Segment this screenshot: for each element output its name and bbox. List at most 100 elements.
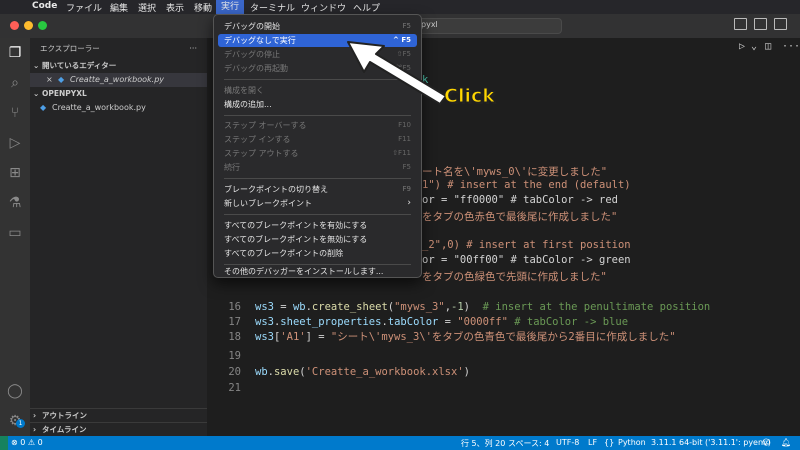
project-section[interactable]: ⌄ OPENPYXL: [30, 87, 207, 101]
toggle-panel-icon[interactable]: [754, 18, 767, 30]
timeline-section[interactable]: › タイムライン: [30, 422, 207, 437]
open-editor-item[interactable]: × ◆ Creatte_a_workbook.py: [30, 73, 207, 87]
explorer-icon[interactable]: ❐: [6, 44, 24, 62]
account-icon[interactable]: ◯: [6, 382, 24, 400]
minimize-window-button[interactable]: [24, 21, 33, 30]
mac-menubar: Code ファイル 編集 選択 表示 移動 実行 ターミナル ウィンドウ ヘルプ: [0, 0, 800, 14]
code-token: ws3: [255, 301, 274, 313]
menu-item-step-out[interactable]: ステップ アウトする ⇧F11: [218, 147, 417, 160]
callout-arrow: [347, 41, 447, 105]
menu-edit[interactable]: 編集: [110, 1, 128, 14]
python-file-icon: ◆: [40, 103, 47, 112]
shortcut: F10: [398, 121, 411, 129]
line-number: 16: [228, 301, 241, 313]
menu-go[interactable]: 移動: [194, 1, 212, 14]
code-token: save: [273, 366, 300, 378]
menu-item-label: デバッグの再起動: [224, 64, 288, 73]
menu-item-new-breakpoint[interactable]: 新しいブレークポイント ›: [218, 197, 417, 210]
menu-item-label: ブレークポイントの切り替え: [224, 185, 328, 194]
menu-item-label: すべてのブレークポイントを有効にする: [224, 221, 368, 230]
app-menu[interactable]: Code: [32, 1, 57, 11]
feedback-icon[interactable]: ☺: [762, 438, 770, 447]
code-line[interactable]: 17 ws3.sheet_properties.tabColor = "0000f…: [207, 315, 800, 330]
toggle-sidebar-icon[interactable]: [734, 18, 747, 30]
menu-item-step-into[interactable]: ステップ インする F11: [218, 133, 417, 146]
menu-file[interactable]: ファイル: [66, 1, 102, 14]
code-token: # insert at the penultimate position: [482, 301, 711, 313]
code-fragment: をタブの色赤色で最後尾に作成しました": [422, 211, 618, 223]
code-token: ): [463, 301, 483, 313]
menu-item-install-debuggers[interactable]: その他のデバッガーをインストールします...: [218, 265, 417, 278]
close-icon[interactable]: ×: [46, 73, 53, 87]
notifications-bell-icon[interactable]: 🔔︎: [781, 438, 791, 447]
menu-item-toggle-breakpoint[interactable]: ブレークポイントの切り替え F9: [218, 183, 417, 196]
code-token: tabColor: [387, 316, 439, 328]
project-label: OPENPYXL: [42, 89, 87, 98]
open-editors-section[interactable]: ⌄ 開いているエディター: [30, 59, 207, 73]
language-mode[interactable]: Python: [618, 438, 646, 447]
status-bar: ⊗ 0 ⚠ 0 行 5、列 20 スペース: 4 UTF-8 LF {} Pyt…: [0, 436, 800, 450]
code-token: "シート\'myws_3\'をタブの色青色で最後尾から2番目に作成しました": [330, 331, 676, 343]
menu-item-disable-all-breakpoints[interactable]: すべてのブレークポイントを無効にする: [218, 233, 417, 246]
more-actions-icon[interactable]: ···: [782, 41, 800, 52]
cursor-position[interactable]: 行 5、列 20: [461, 438, 505, 449]
indentation[interactable]: スペース: 4: [508, 438, 549, 449]
code-fragment: ート名を\'myws_0\'に変更しました": [422, 166, 608, 178]
remote-indicator-icon[interactable]: [0, 436, 8, 450]
search-icon[interactable]: ⌕: [6, 74, 24, 92]
code-token: -1: [451, 301, 464, 313]
source-control-icon[interactable]: ⑂: [6, 104, 24, 122]
search-text: pyxl: [421, 20, 438, 29]
outline-section[interactable]: › アウトライン: [30, 408, 207, 423]
encoding[interactable]: UTF-8: [556, 438, 579, 447]
menu-separator: [224, 178, 411, 179]
line-number: 21: [228, 382, 241, 394]
menu-item-label: 構成を開く: [224, 86, 264, 95]
menu-item-remove-all-breakpoints[interactable]: すべてのブレークポイントの削除: [218, 247, 417, 260]
shortcut: F11: [398, 135, 411, 143]
python-interpreter[interactable]: 3.11.1 64-bit ('3.11.1': pyenv): [651, 438, 771, 447]
menu-item-label: すべてのブレークポイントを無効にする: [224, 235, 368, 244]
code-fragment: or = "ff0000" # tabColor -> red: [422, 194, 618, 206]
callout-label: Click: [444, 85, 496, 108]
menu-item-label: 新しいブレークポイント: [224, 199, 312, 208]
explorer-more-button[interactable]: ···: [189, 42, 197, 56]
testing-icon[interactable]: ⚗: [6, 194, 24, 212]
code-fragment: 1") # insert at the end (default): [422, 179, 631, 191]
menu-window[interactable]: ウィンドウ: [301, 1, 346, 14]
end-of-line[interactable]: LF: [588, 438, 597, 447]
activity-bar: ❐ ⌕ ⑂ ▷ ⊞ ⚗ ▭ ◯ ⚙: [0, 38, 30, 436]
menu-help[interactable]: ヘルプ: [353, 1, 380, 14]
code-fragment: _2",0) # insert at first position: [422, 239, 631, 251]
line-number: 18: [228, 331, 241, 343]
menu-selection[interactable]: 選択: [138, 1, 156, 14]
shortcut: F5: [402, 163, 411, 171]
run-debug-icon[interactable]: ▷: [6, 134, 24, 152]
menu-run[interactable]: 実行: [216, 0, 245, 14]
menu-item-label: デバッグの開始: [224, 22, 280, 31]
remote-explorer-icon[interactable]: ▭: [6, 224, 24, 242]
code-line[interactable]: 18 ws3['A1'] = "シート\'myws_3\'をタブの色青色で最後尾か…: [207, 330, 800, 345]
code-line[interactable]: 21: [207, 381, 800, 396]
file-tree-item[interactable]: ◆ Creatte_a_workbook.py: [30, 101, 207, 115]
run-file-button[interactable]: ▷ ⌄: [739, 41, 757, 52]
chevron-right-icon: ›: [33, 425, 37, 434]
menu-item-continue[interactable]: 続行 F5: [218, 161, 417, 174]
close-window-button[interactable]: [10, 21, 19, 30]
menu-view[interactable]: 表示: [166, 1, 184, 14]
shortcut: ⇧F11: [392, 149, 411, 157]
code-text: ws3['A1'] = "シート\'myws_3\'をタブの色青色で最後尾から2…: [255, 330, 676, 345]
menu-item-enable-all-breakpoints[interactable]: すべてのブレークポイントを有効にする: [218, 219, 417, 232]
menu-terminal[interactable]: ターミナル: [250, 1, 295, 14]
extensions-icon[interactable]: ⊞: [6, 164, 24, 182]
split-editor-icon[interactable]: ◫: [765, 41, 771, 52]
code-fragment: or = "00ff00" # tabColor -> green: [422, 254, 631, 266]
toggle-secondary-sidebar-icon[interactable]: [774, 18, 787, 30]
code-line[interactable]: 20 wb.save('Creatte_a_workbook.xlsx'): [207, 365, 800, 380]
code-line[interactable]: 16 ws3 = wb.create_sheet("myws_3",-1) # i…: [207, 300, 800, 315]
menu-item-step-over[interactable]: ステップ オーバーする F10: [218, 119, 417, 132]
zoom-window-button[interactable]: [38, 21, 47, 30]
code-line[interactable]: 19: [207, 349, 800, 364]
problems-indicator[interactable]: ⊗ 0 ⚠ 0: [11, 438, 43, 447]
code-token: ): [463, 366, 470, 378]
